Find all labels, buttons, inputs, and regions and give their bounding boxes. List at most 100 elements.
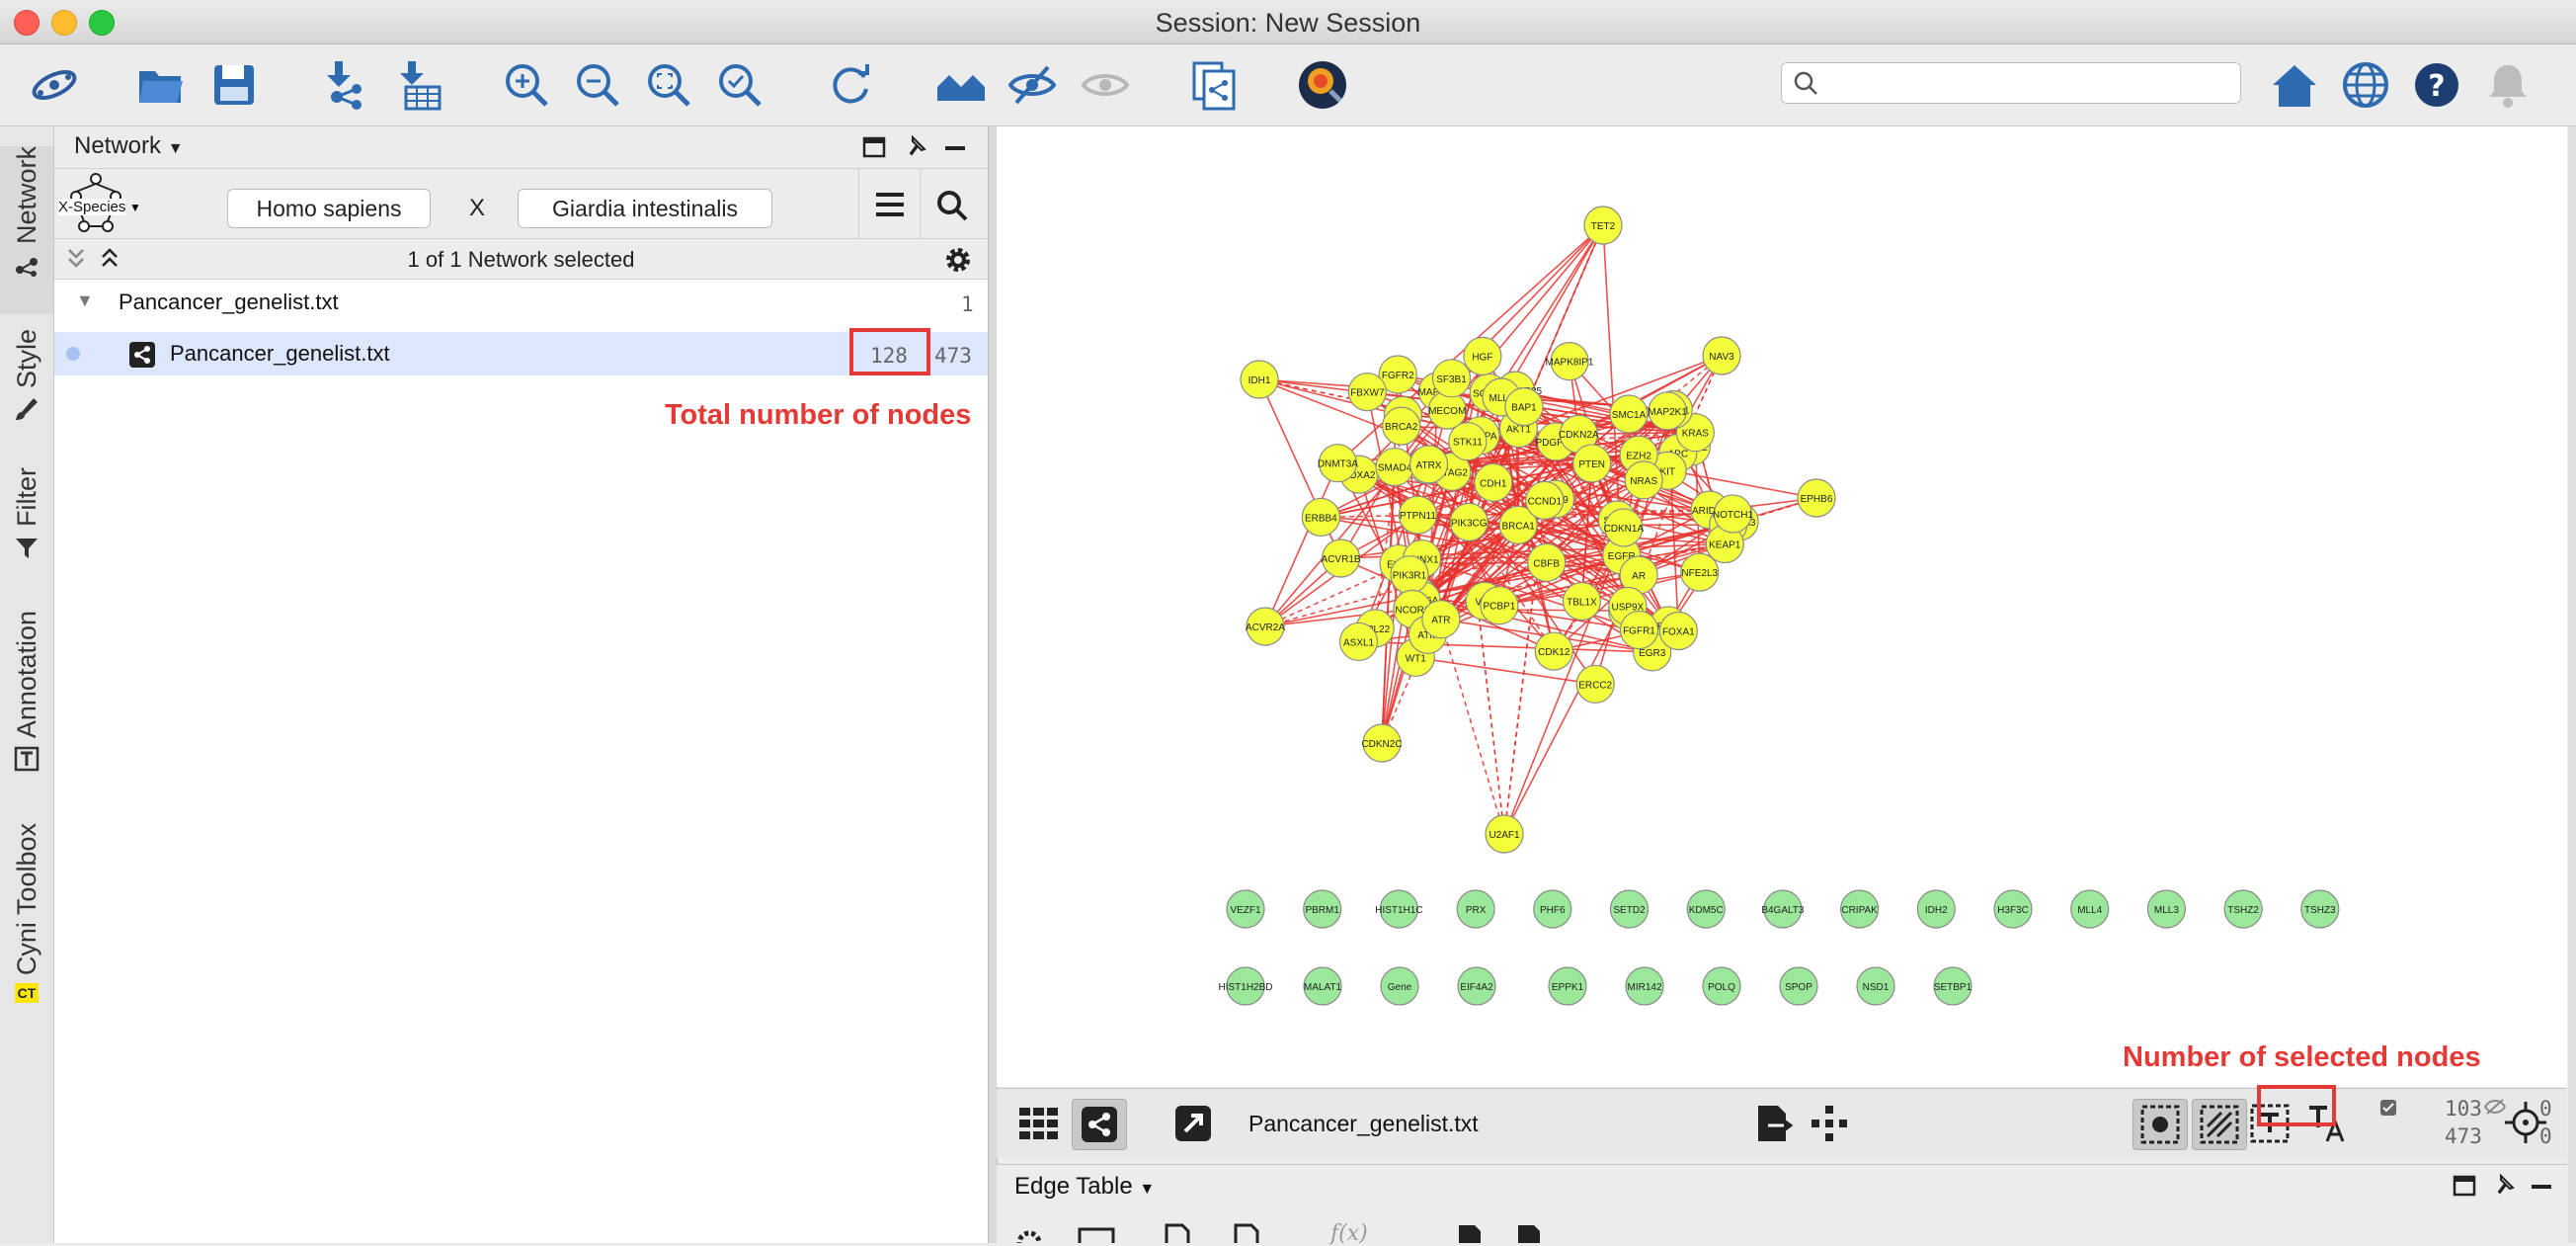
layout-button[interactable] [1803,1099,1856,1148]
species-a-button[interactable]: Homo sapiens [227,189,431,228]
refresh-icon[interactable] [822,56,879,114]
edge-minimize-icon[interactable] [2530,1183,2553,1191]
save-session-icon[interactable] [205,56,263,114]
network-node[interactable]: EPPK1 [1549,967,1586,1005]
network-node[interactable]: CDKN2C [1361,724,1402,762]
network-node[interactable]: ERCC2 [1576,665,1614,703]
doc-icon-2[interactable] [1232,1223,1261,1243]
export-table-icon[interactable] [1455,1223,1485,1243]
column-icon[interactable] [1078,1225,1115,1243]
network-node[interactable]: CDK12 [1535,632,1572,670]
new-network-icon[interactable] [1185,56,1243,114]
zoom-in-icon[interactable] [498,56,555,114]
network-node[interactable]: SMAD4 [1376,449,1413,486]
network-node[interactable]: ACVR2A [1246,608,1285,645]
tab-cyni-toolbox[interactable]: Cyni Toolbox CT [0,823,53,1003]
zoom-out-icon[interactable] [569,56,626,114]
open-session-icon[interactable] [132,56,190,114]
network-node[interactable]: PHF6 [1534,890,1571,928]
network-node[interactable]: SETD2 [1611,890,1649,928]
settings-gear-icon[interactable] [941,243,975,277]
analyzer-icon[interactable] [1294,56,1351,114]
network-node[interactable]: SMC1A [1610,395,1648,433]
network-node[interactable]: PTPN11 [1399,496,1436,534]
function-icon[interactable]: f(x) [1330,1221,1368,1246]
tab-annotation[interactable]: Annotation [0,611,53,772]
network-node[interactable]: IDH1 [1241,361,1278,398]
network-node[interactable]: IDH2 [1917,890,1955,928]
network-node[interactable]: TSHZ2 [2224,890,2262,928]
network-node[interactable]: CCND1 [1526,481,1564,519]
edge[interactable] [1265,463,1337,626]
minimize-panel-icon[interactable] [943,144,967,152]
network-node[interactable]: Gene [1381,967,1418,1005]
network-node[interactable]: BAP1 [1505,388,1543,426]
network-node[interactable]: POLQ [1703,967,1740,1005]
network-node[interactable]: KDM5C [1687,890,1725,928]
network-panel-title[interactable]: Network ▼ [74,132,184,160]
network-node[interactable]: MAPK8IP1 [1546,343,1594,380]
network-node[interactable]: TBL1X [1563,583,1600,621]
network-view-button[interactable] [1072,1099,1127,1150]
network-node[interactable]: PCBP1 [1481,587,1518,624]
network-node[interactable]: NSD1 [1857,967,1894,1005]
network-node[interactable]: NRAS [1625,461,1662,499]
cytoscape-logo-icon[interactable] [26,56,83,114]
xspecies-button[interactable]: X-Species ▼ [56,173,139,234]
table-view-button[interactable] [1012,1099,1066,1148]
network-node[interactable]: MLL3 [2147,890,2185,928]
network-row[interactable]: Pancancer_genelist.txt 128 473 [54,332,988,375]
edge-settings-icon[interactable] [1014,1227,1044,1243]
species-b-button[interactable]: Giardia intestinalis [518,189,772,228]
network-search-icon[interactable] [935,189,969,222]
network-node[interactable]: FGFR1 [1620,612,1657,649]
fit-view-button[interactable] [2501,1098,2550,1147]
network-node[interactable]: TSHZ3 [2301,890,2339,928]
network-node[interactable]: ATRX [1410,446,1448,483]
network-canvas[interactable]: TET2NAV3IDH1MAP2K4VHLSOX17WT1ARHGAP35MAP… [997,126,2567,1087]
network-node[interactable]: PTEN [1573,445,1611,482]
network-node[interactable]: CBFB [1528,543,1566,581]
network-node[interactable]: PIK3R1 [1391,556,1428,594]
network-node[interactable]: PIK3CG [1450,503,1488,540]
network-node[interactable]: ATR [1422,601,1460,638]
search-field[interactable] [1781,62,2241,104]
network-node[interactable]: HGF [1464,337,1501,374]
export-button[interactable] [1747,1099,1801,1148]
network-node[interactable]: BRCA2 [1383,407,1420,445]
import-table-icon[interactable] [389,56,446,114]
network-node[interactable]: SPOP [1780,967,1817,1005]
zoom-selected-icon[interactable] [711,56,768,114]
show-icon[interactable] [1077,56,1134,114]
edge-float-icon[interactable] [2453,1175,2476,1197]
network-node[interactable]: EIF4A2 [1458,967,1495,1005]
tab-style[interactable]: Style [0,329,53,422]
pin-icon[interactable] [904,134,927,158]
network-node[interactable]: H3F3C [1994,890,2032,928]
home-icon[interactable] [2266,56,2323,114]
network-node[interactable]: CDH1 [1475,463,1512,501]
bell-icon[interactable] [2479,56,2536,114]
select-edges-toggle[interactable] [2192,1099,2247,1150]
network-node[interactable]: ERBB4 [1302,498,1339,536]
network-node[interactable]: MLL4 [2071,890,2109,928]
network-node[interactable]: MALAT1 [1304,967,1342,1005]
network-node[interactable]: TET2 [1584,207,1622,244]
network-node[interactable]: CRIPAK [1841,890,1879,928]
collapse-triangle-icon[interactable]: ▼ [76,291,94,311]
network-node[interactable]: VEZF1 [1227,890,1264,928]
network-node[interactable]: MAP2K1 [1648,392,1687,430]
import-table-small-icon[interactable] [1514,1223,1544,1243]
network-node[interactable]: FOXA1 [1659,612,1697,649]
hide-icon[interactable] [1004,56,1061,114]
network-node[interactable]: HIST1H1C [1375,890,1422,928]
network-node[interactable]: HIST1H2BD [1218,967,1272,1005]
edge-table-title[interactable]: Edge Table ▼ [1014,1173,1155,1201]
network-graph[interactable]: TET2NAV3IDH1MAP2K4VHLSOX17WT1ARHGAP35MAP… [997,126,2567,1087]
network-node[interactable]: NFE2L3 [1681,553,1719,591]
doc-icon-1[interactable] [1163,1223,1192,1243]
show-all-icon[interactable] [932,56,990,114]
network-node[interactable]: STK11 [1449,423,1487,460]
network-node[interactable]: ACVR1B [1322,540,1361,577]
menu-icon[interactable] [874,191,906,218]
